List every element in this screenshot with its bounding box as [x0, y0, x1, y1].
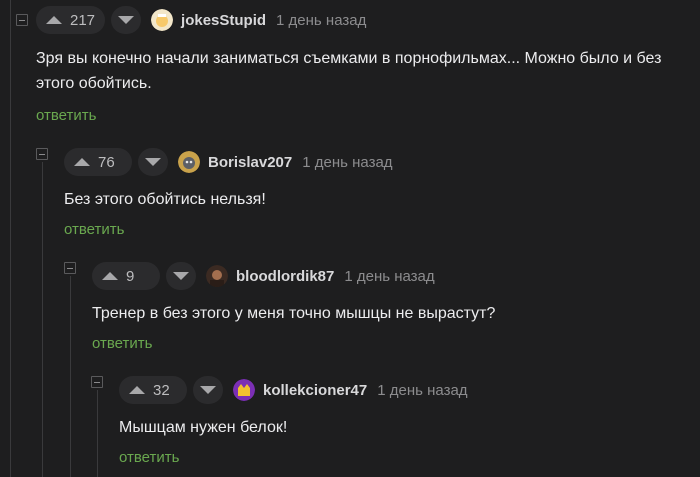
downvote-icon	[200, 386, 216, 394]
vote-box: 32	[119, 376, 187, 404]
comment-text: Без этого обойтись нельзя!	[64, 191, 266, 208]
thread-line	[10, 0, 11, 477]
comment-header: 32 kollekcioner47 1 день назад	[119, 376, 468, 404]
comment-score: 9	[126, 267, 135, 285]
vote-box: 217	[36, 6, 106, 34]
avatar[interactable]	[206, 265, 228, 287]
username[interactable]: kollekcioner47	[263, 382, 367, 399]
reply-link[interactable]: ответить	[36, 107, 96, 124]
comment-header: 9 bloodlordik87 1 день назад	[92, 262, 435, 290]
downvote-icon	[118, 16, 135, 24]
upvote-icon[interactable]	[74, 158, 90, 166]
username[interactable]: Borislav207	[208, 154, 292, 171]
downvote-button[interactable]	[193, 376, 223, 404]
reply-link[interactable]: ответить	[119, 449, 179, 466]
downvote-icon	[173, 272, 189, 280]
comment-text: Мышцам нужен белок!	[119, 419, 288, 436]
downvote-button[interactable]	[166, 262, 196, 290]
username[interactable]: bloodlordik87	[236, 268, 334, 285]
comment-header: 217 jokesStupid 1 день назад	[36, 6, 366, 34]
downvote-button[interactable]	[138, 148, 168, 176]
downvote-icon	[145, 158, 161, 166]
comment-time: 1 день назад	[344, 267, 435, 285]
collapse-thread-button[interactable]	[36, 148, 48, 160]
comment-score: 32	[153, 381, 170, 399]
avatar[interactable]	[151, 9, 174, 31]
avatar[interactable]	[178, 151, 200, 173]
downvote-button[interactable]	[111, 6, 142, 34]
upvote-icon[interactable]	[102, 272, 118, 280]
reply-link[interactable]: ответить	[92, 335, 152, 352]
upvote-icon[interactable]	[46, 16, 62, 24]
comment-time: 1 день назад	[276, 11, 367, 29]
reply-link[interactable]: ответить	[64, 221, 124, 238]
thread-line	[70, 276, 71, 477]
comment-header: 76 Borislav207 1 день назад	[64, 148, 393, 176]
comment-time: 1 день назад	[377, 381, 468, 399]
collapse-thread-button[interactable]	[91, 376, 103, 388]
thread-line	[97, 390, 98, 477]
comment-time: 1 день назад	[302, 153, 393, 171]
vote-box: 76	[64, 148, 132, 176]
comment-text: Зря вы конечно начали заниматься съемкам…	[36, 50, 662, 92]
comment-text: Тренер в без этого у меня точно мышцы не…	[92, 305, 496, 322]
avatar[interactable]	[233, 379, 255, 401]
upvote-icon[interactable]	[129, 386, 145, 394]
vote-box: 9	[92, 262, 160, 290]
username[interactable]: jokesStupid	[181, 12, 266, 29]
collapse-thread-button[interactable]	[64, 262, 76, 274]
comment-score: 217	[70, 11, 96, 29]
collapse-thread-button[interactable]	[16, 14, 28, 26]
comment-score: 76	[98, 153, 115, 171]
thread-line	[42, 162, 43, 477]
